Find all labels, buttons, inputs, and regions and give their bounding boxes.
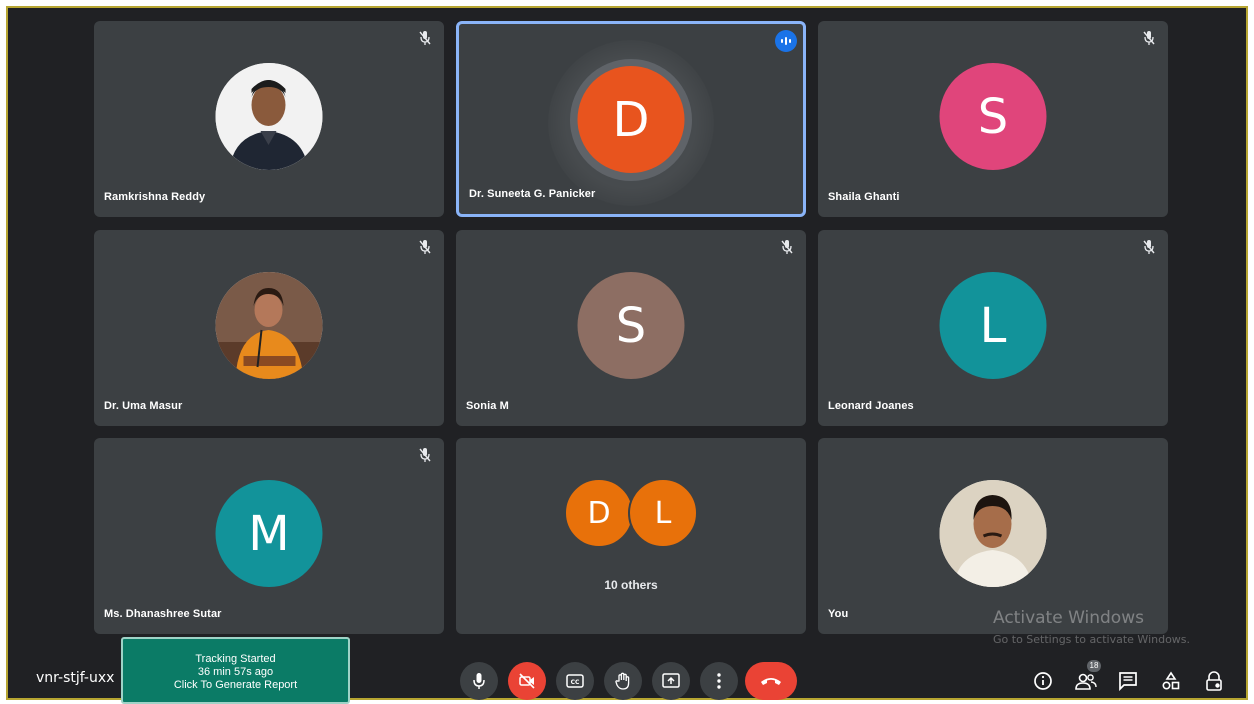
more-options-button[interactable] <box>700 662 738 700</box>
participant-tile[interactable]: M Ms. Dhanashree Sutar <box>94 438 444 634</box>
participant-name: Sonia M <box>466 400 509 412</box>
camera-off-icon <box>519 673 535 689</box>
tracking-action: Click To Generate Report <box>173 679 298 691</box>
people-count-badge: 18 <box>1087 660 1101 672</box>
avatar-initial: S <box>977 88 1009 145</box>
person-photo-icon <box>939 480 1047 587</box>
others-count-label: 10 others <box>604 578 658 592</box>
participant-photo <box>215 63 323 170</box>
mic-off-icon <box>419 448 431 462</box>
participant-tile[interactable]: Dr. Uma Masur <box>94 230 444 426</box>
participant-name: Dr. Suneeta G. Panicker <box>469 188 596 200</box>
more-vert-icon <box>717 673 721 689</box>
participant-avatar: M <box>215 480 323 587</box>
avatar-circle: D <box>577 66 685 173</box>
participant-name: Ramkrishna Reddy <box>104 191 206 203</box>
captions-button[interactable]: CC <box>556 662 594 700</box>
activities-button[interactable] <box>1158 668 1184 694</box>
participant-name: Dr. Uma Masur <box>104 400 183 412</box>
participant-tile-active-speaker[interactable]: D Dr. Suneeta G. Panicker <box>456 21 806 217</box>
self-tile[interactable]: You <box>818 438 1168 634</box>
participant-photo <box>215 272 323 379</box>
participant-tile[interactable]: S Shaila Ghanti <box>818 21 1168 217</box>
phone-hangup-icon <box>761 678 781 685</box>
camera-button[interactable] <box>508 662 546 700</box>
activities-shapes-icon <box>1162 671 1180 690</box>
leave-call-button[interactable] <box>745 662 797 700</box>
mic-off-icon <box>419 240 431 254</box>
present-button[interactable] <box>652 662 690 700</box>
chat-icon <box>1119 672 1137 691</box>
meet-window: Ramkrishna Reddy D Dr. Suneeta G. Panick… <box>6 6 1248 704</box>
participant-avatar: S <box>577 272 685 379</box>
participant-name: You <box>828 608 849 620</box>
svg-text:CC: CC <box>571 679 580 686</box>
avatar-initial: D <box>587 495 611 531</box>
mic-off-icon <box>1143 240 1155 254</box>
speaking-indicator <box>775 30 797 52</box>
tracking-elapsed: 36 min 57s ago <box>197 666 274 678</box>
person-photo-icon <box>215 272 323 379</box>
meeting-details-button[interactable] <box>1030 668 1056 694</box>
participant-avatar: L <box>939 272 1047 379</box>
tracking-status: Tracking Started <box>195 653 276 665</box>
people-icon <box>1075 673 1097 690</box>
participant-photo <box>939 480 1047 587</box>
participant-name: Ms. Dhanashree Sutar <box>104 608 222 620</box>
others-tile[interactable]: D L 10 others <box>456 438 806 634</box>
others-avatar: L <box>628 478 698 548</box>
participant-tile[interactable]: L Leonard Joanes <box>818 230 1168 426</box>
people-button[interactable]: 18 <box>1073 660 1101 694</box>
activate-windows-subtitle: Go to Settings to activate Windows. <box>993 633 1191 646</box>
avatar-initial: M <box>248 505 290 562</box>
hand-icon <box>615 672 630 690</box>
others-avatar: D <box>564 478 634 548</box>
avatar-initial: D <box>612 91 650 148</box>
captions-icon: CC <box>566 674 584 688</box>
avatar-initial: S <box>615 297 647 354</box>
host-controls-button[interactable] <box>1201 668 1227 694</box>
mic-off-icon <box>419 31 431 45</box>
mic-icon <box>473 673 485 689</box>
person-photo-icon <box>215 63 323 170</box>
participant-name: Leonard Joanes <box>828 400 914 412</box>
chat-button[interactable] <box>1115 668 1141 694</box>
mic-off-icon <box>1143 31 1155 45</box>
avatar-initial: L <box>654 495 672 531</box>
tracking-report-button[interactable]: Tracking Started 36 min 57s ago Click To… <box>121 637 350 704</box>
present-icon <box>662 673 680 688</box>
info-icon <box>1034 672 1052 690</box>
participant-avatar: D <box>577 66 685 173</box>
participant-tile[interactable]: Ramkrishna Reddy <box>94 21 444 217</box>
raise-hand-button[interactable] <box>604 662 642 700</box>
audio-wave-icon <box>781 37 791 45</box>
meeting-code: vnr-stjf-uxx <box>36 670 115 686</box>
activate-windows-title: Activate Windows <box>993 608 1144 628</box>
lock-person-icon <box>1206 671 1222 691</box>
mic-off-icon <box>781 240 793 254</box>
participant-avatar: S <box>939 63 1047 170</box>
participant-tile[interactable]: S Sonia M <box>456 230 806 426</box>
participant-name: Shaila Ghanti <box>828 191 900 203</box>
avatar-initial: L <box>979 297 1007 354</box>
microphone-button[interactable] <box>460 662 498 700</box>
